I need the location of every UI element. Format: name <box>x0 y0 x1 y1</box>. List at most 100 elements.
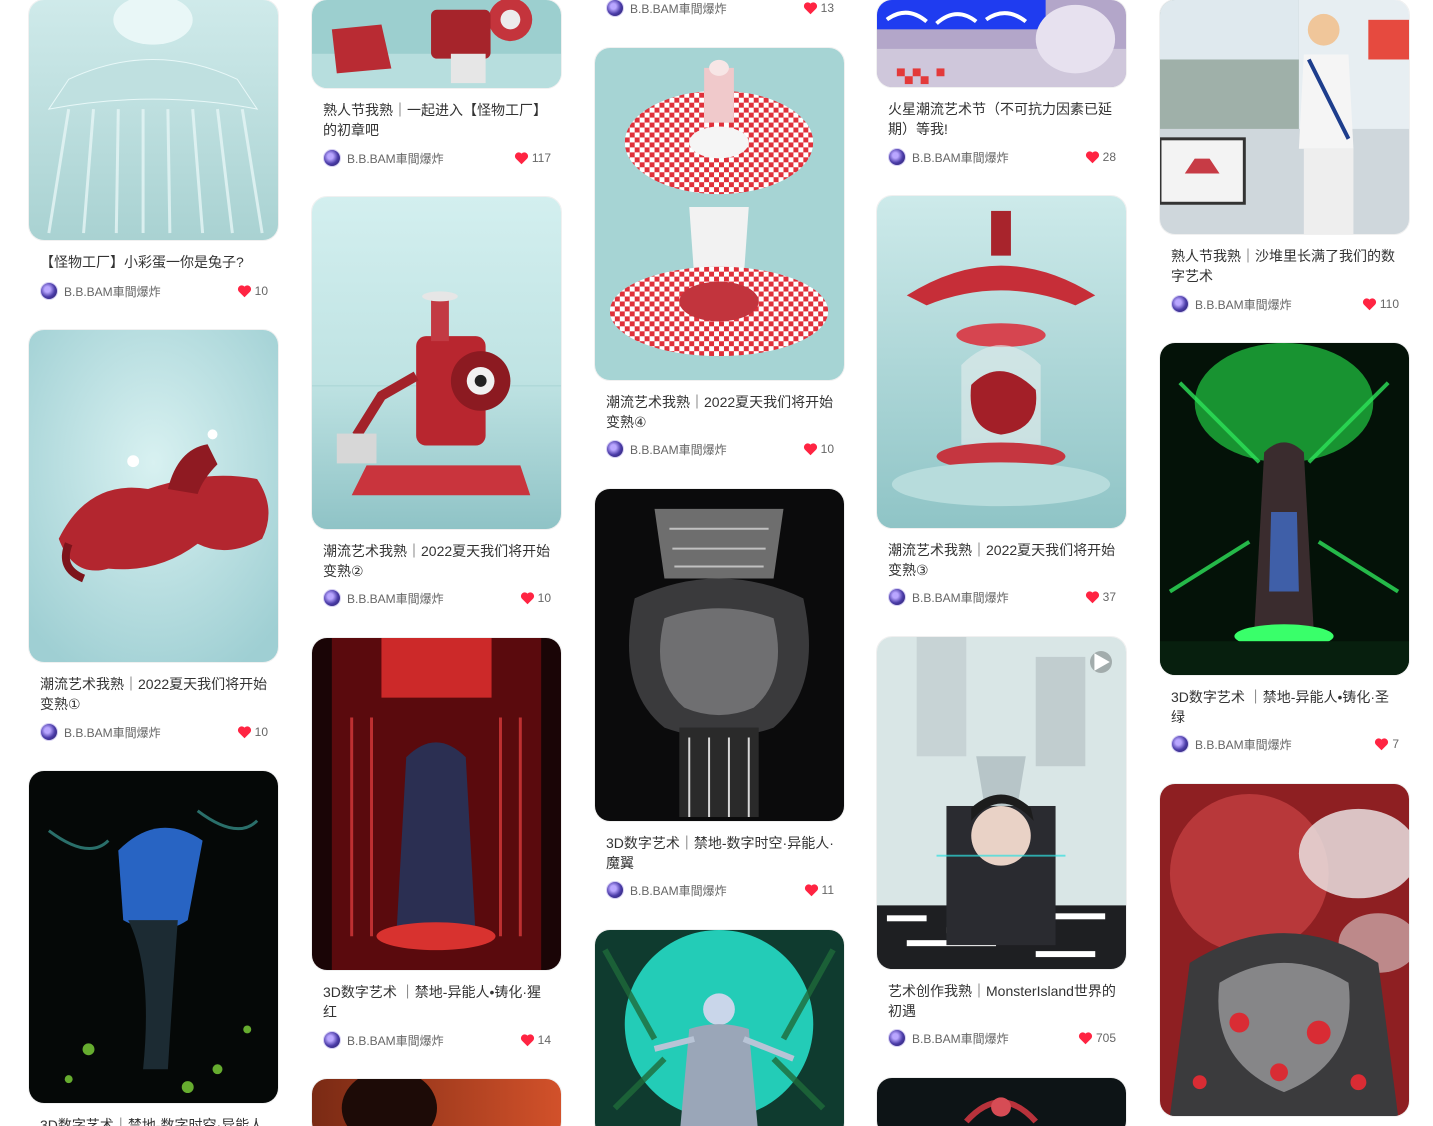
avatar[interactable] <box>888 148 906 166</box>
author-link[interactable]: B.B.BAM車間爆炸 <box>606 440 727 458</box>
note-card[interactable]: 3D数字艺术 ｜禁地-异能人•铸化·猩红 B.B.BAM車間爆炸 14 <box>311 637 562 1057</box>
avatar[interactable] <box>1171 295 1189 313</box>
avatar[interactable] <box>606 0 624 17</box>
avatar[interactable] <box>606 881 624 899</box>
author-name[interactable]: B.B.BAM車間爆炸 <box>630 882 727 899</box>
author-link[interactable]: B.B.BAM車間爆炸 <box>888 588 1009 606</box>
note-card[interactable] <box>1159 783 1410 1126</box>
like-button[interactable]: 10 <box>237 284 268 298</box>
note-cover-image[interactable] <box>311 0 562 89</box>
author-name[interactable]: B.B.BAM車間爆炸 <box>912 1030 1009 1047</box>
author-link[interactable]: B.B.BAM車間爆炸 <box>606 881 727 899</box>
note-cover-image[interactable] <box>311 196 562 530</box>
note-cover-image[interactable] <box>876 1077 1127 1126</box>
note-card[interactable]: 艺术创作我熟｜MonsterIsland世界的初遇 B.B.BAM車間爆炸 70… <box>876 636 1127 1056</box>
author-name[interactable]: B.B.BAM車間爆炸 <box>630 441 727 458</box>
like-button[interactable]: 10 <box>237 725 268 739</box>
author-name[interactable]: B.B.BAM車間爆炸 <box>630 0 727 17</box>
note-cover-image[interactable] <box>876 0 1127 88</box>
note-card[interactable]: 潮流艺术我熟｜2022夏天我们将开始变熟① B.B.BAM車間爆炸 10 <box>28 329 279 749</box>
note-card[interactable]: 【怪物工厂】小彩蛋一你是兔子? B.B.BAM車間爆炸 10 <box>28 0 279 310</box>
author-link[interactable]: B.B.BAM車間爆炸 <box>40 282 161 300</box>
author-name[interactable]: B.B.BAM車間爆炸 <box>347 150 444 167</box>
note-title[interactable]: 3D数字艺术｜禁地-数字时空·异能人·魔翼 <box>606 833 834 873</box>
like-button[interactable]: 13 <box>803 1 834 15</box>
avatar[interactable] <box>888 588 906 606</box>
note-cover-image[interactable] <box>311 1078 562 1126</box>
note-cover-image[interactable] <box>1159 342 1410 676</box>
note-title[interactable]: 【怪物工厂】小彩蛋一你是兔子? <box>40 252 268 272</box>
play-icon[interactable] <box>1090 651 1112 673</box>
note-title[interactable]: 火星潮流艺术节（不可抗力因素已延期）等我! <box>888 99 1116 139</box>
note-cover-image[interactable] <box>594 488 845 822</box>
author-name[interactable]: B.B.BAM車間爆炸 <box>1195 736 1292 753</box>
note-cover-image[interactable] <box>311 637 562 971</box>
like-button[interactable]: 14 <box>520 1033 551 1047</box>
note-title[interactable]: 熟人节我熟｜一起进入【怪物工厂】的初章吧 <box>323 100 551 140</box>
note-card[interactable]: 熟人节我熟｜沙堆里长满了我们的数字艺术 B.B.BAM車間爆炸 110 <box>1159 0 1410 320</box>
note-card[interactable] <box>876 1077 1127 1126</box>
note-card[interactable]: 熟人节我熟｜一起进入【怪物工厂】的初章吧 B.B.BAM車間爆炸 117 <box>311 0 562 170</box>
author-link[interactable]: B.B.BAM車間爆炸 <box>606 0 727 17</box>
note-cover-image[interactable] <box>28 329 279 663</box>
author-link[interactable]: B.B.BAM車間爆炸 <box>1171 295 1292 313</box>
avatar[interactable] <box>1171 735 1189 753</box>
author-link[interactable]: B.B.BAM車間爆炸 <box>1171 735 1292 753</box>
like-button[interactable]: 10 <box>803 442 834 456</box>
note-cover-image[interactable] <box>876 636 1127 970</box>
note-title[interactable]: 潮流艺术我熟｜2022夏天我们将开始变熟③ <box>888 540 1116 580</box>
note-title[interactable]: 艺术创作我熟｜MonsterIsland世界的初遇 <box>888 981 1116 1021</box>
author-name[interactable]: B.B.BAM車間爆炸 <box>912 149 1009 166</box>
avatar[interactable] <box>888 1029 906 1047</box>
like-button[interactable]: 110 <box>1362 297 1399 311</box>
author-link[interactable]: B.B.BAM車間爆炸 <box>888 148 1009 166</box>
note-cover-image[interactable] <box>28 770 279 1104</box>
author-link[interactable]: B.B.BAM車間爆炸 <box>40 723 161 741</box>
author-name[interactable]: B.B.BAM車間爆炸 <box>347 590 444 607</box>
avatar[interactable] <box>40 282 58 300</box>
note-title[interactable]: 潮流艺术我熟｜2022夏天我们将开始变熟① <box>40 674 268 714</box>
author-name[interactable]: B.B.BAM車間爆炸 <box>64 283 161 300</box>
like-button[interactable]: 28 <box>1085 150 1116 164</box>
note-cover-image[interactable] <box>1159 783 1410 1117</box>
note-title[interactable]: 潮流艺术我熟｜2022夏天我们将开始变熟④ <box>606 392 834 432</box>
avatar[interactable] <box>40 723 58 741</box>
like-button[interactable]: 7 <box>1374 737 1399 751</box>
note-card[interactable]: 3D数字艺术 ｜禁地-异能人•铸化·圣绿 B.B.BAM車間爆炸 7 <box>1159 342 1410 762</box>
note-title[interactable]: 3D数字艺术 ｜禁地-异能人•铸化·猩红 <box>323 982 551 1022</box>
author-link[interactable]: B.B.BAM車間爆炸 <box>323 149 444 167</box>
note-title[interactable]: 潮流艺术我熟｜2022夏天我们将开始变熟② <box>323 541 551 581</box>
note-cover-image[interactable] <box>1159 0 1410 235</box>
note-card[interactable]: 3D数字艺术｜禁地-数字时空·异能人·魔翼 B.B.BAM車間爆炸 11 <box>594 488 845 908</box>
like-button[interactable]: 705 <box>1078 1031 1116 1045</box>
avatar[interactable] <box>606 440 624 458</box>
note-card[interactable]: 潮流艺术我熟｜2022夏天我们将开始变熟② B.B.BAM車間爆炸 10 <box>311 196 562 616</box>
note-card[interactable] <box>311 1078 562 1126</box>
author-link[interactable]: B.B.BAM車間爆炸 <box>323 1031 444 1049</box>
author-name[interactable]: B.B.BAM車間爆炸 <box>912 589 1009 606</box>
note-title[interactable]: 3D数字艺术｜禁地-数字时空·异能人 <box>40 1115 268 1126</box>
note-card[interactable]: B.B.BAM車間爆炸 13 <box>594 0 845 22</box>
note-cover-image[interactable] <box>876 195 1127 529</box>
avatar[interactable] <box>323 1031 341 1049</box>
note-card[interactable]: 潮流艺术我熟｜2022夏天我们将开始变熟④ B.B.BAM車間爆炸 10 <box>594 47 845 467</box>
author-name[interactable]: B.B.BAM車間爆炸 <box>1195 296 1292 313</box>
note-title[interactable]: 熟人节我熟｜沙堆里长满了我们的数字艺术 <box>1171 246 1399 286</box>
author-name[interactable]: B.B.BAM車間爆炸 <box>64 724 161 741</box>
note-title[interactable]: 3D数字艺术 ｜禁地-异能人•铸化·圣绿 <box>1171 687 1399 727</box>
note-cover-image[interactable] <box>28 0 279 241</box>
like-button[interactable]: 10 <box>520 591 551 605</box>
note-card[interactable]: 火星潮流艺术节（不可抗力因素已延期）等我! B.B.BAM車間爆炸 28 <box>876 0 1127 170</box>
author-link[interactable]: B.B.BAM車間爆炸 <box>888 1029 1009 1047</box>
avatar[interactable] <box>323 589 341 607</box>
author-link[interactable]: B.B.BAM車間爆炸 <box>323 589 444 607</box>
note-card[interactable]: 3D数字艺术｜禁地-数字时空·异能人 <box>28 770 279 1126</box>
avatar[interactable] <box>323 149 341 167</box>
like-button[interactable]: 37 <box>1085 590 1116 604</box>
author-name[interactable]: B.B.BAM車間爆炸 <box>347 1032 444 1049</box>
note-cover-image[interactable] <box>594 929 845 1126</box>
like-button[interactable]: 11 <box>804 883 834 897</box>
note-card[interactable]: 潮流艺术我熟｜2022夏天我们将开始变熟③ B.B.BAM車間爆炸 37 <box>876 195 1127 615</box>
note-card[interactable] <box>594 929 845 1126</box>
like-button[interactable]: 117 <box>514 151 551 165</box>
